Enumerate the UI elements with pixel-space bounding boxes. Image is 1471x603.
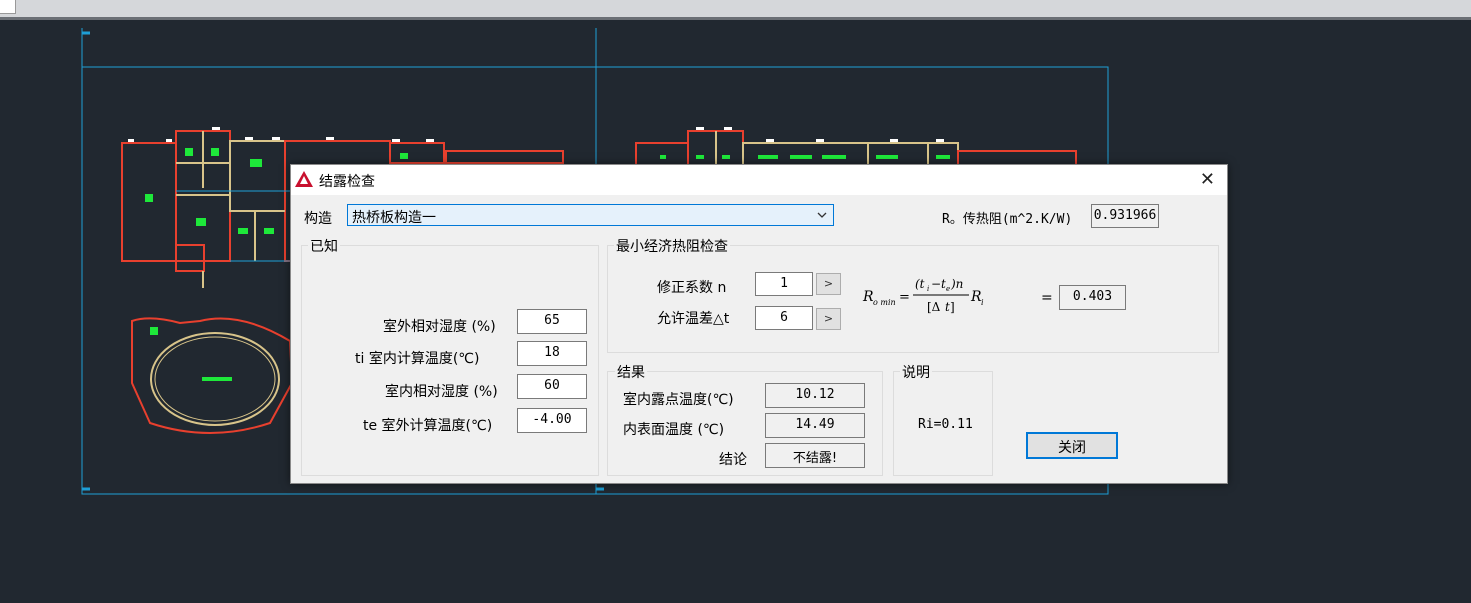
dew-point-field: 10.12	[765, 383, 865, 408]
allowed-temp-diff-button[interactable]: >	[816, 308, 841, 330]
allowed-temp-diff-input[interactable]: 6	[755, 306, 813, 330]
equals-sign: =	[1041, 290, 1053, 306]
ti-label: ti 室内计算温度(℃)	[355, 351, 480, 367]
round-building	[131, 317, 294, 434]
svg-text:[Δ: [Δ	[927, 300, 941, 314]
svg-text:i: i	[981, 298, 984, 307]
indoor-rh-label: 室内相对湿度 (%)	[385, 384, 498, 400]
svg-text:=: =	[899, 290, 910, 305]
close-button[interactable]: 关闭	[1026, 432, 1118, 459]
dew-point-label: 室内露点温度(℃)	[623, 392, 734, 408]
svg-text:e: e	[946, 285, 950, 293]
min-resistance-group-title: 最小经济热阻检查	[614, 236, 730, 256]
dialog-titlebar[interactable]: 结露检查 ✕	[291, 165, 1227, 195]
ri-note: Ri=0.11	[918, 417, 973, 432]
wall-markers-right	[696, 127, 944, 142]
outdoor-rh-input[interactable]: 65	[517, 309, 587, 334]
svg-text:i: i	[927, 285, 929, 293]
correction-factor-input[interactable]: 1	[755, 272, 813, 296]
notes-group-title: 说明	[900, 362, 932, 382]
structure-select-value: 热桥板构造一	[352, 210, 436, 226]
te-label: te 室外计算温度(℃)	[363, 418, 493, 434]
conclusion-field: 不结露!	[765, 443, 865, 468]
r-min-result-field: 0.403	[1059, 285, 1126, 310]
allowed-temp-diff-label: 允许温差△t	[657, 311, 730, 327]
inner-surface-temp-label: 内表面温度 (℃)	[623, 422, 725, 438]
floor-plan-right	[635, 130, 1077, 166]
wall-markers-left	[128, 127, 434, 142]
conclusion-label: 结论	[719, 452, 747, 468]
chevron-down-icon	[817, 212, 827, 218]
inner-surface-temp-field: 14.49	[765, 413, 865, 438]
known-group-title: 已知	[308, 236, 340, 256]
r-min-formula-image: R o min = (t i − t e )n [Δ t ] R i	[862, 277, 984, 314]
chevron-right-icon: >	[823, 312, 834, 325]
r0-value-field: 0.931966	[1091, 204, 1159, 228]
svg-text:o min: o min	[873, 298, 896, 307]
drawing-tab[interactable]	[0, 0, 16, 14]
r0-label: R。传热阻(m^2.K/W)	[942, 212, 1073, 227]
close-icon[interactable]: ✕	[1200, 169, 1215, 190]
top-toolbar-strip	[0, 0, 1471, 20]
outdoor-rh-label: 室外相对湿度 (%)	[383, 319, 496, 335]
ti-input[interactable]: 18	[517, 341, 587, 366]
svg-text:)n: )n	[950, 277, 963, 291]
svg-text:(t: (t	[915, 277, 925, 291]
svg-text:−: −	[931, 277, 941, 291]
correction-factor-button[interactable]: >	[816, 273, 841, 295]
condensation-check-dialog: 结露检查 ✕ 构造 热桥板构造一 R。传热阻(m^2.K/W) 0.931966…	[290, 164, 1228, 484]
chevron-right-icon: >	[823, 277, 834, 290]
structure-label: 构造	[304, 211, 332, 227]
structure-select[interactable]: 热桥板构造一	[347, 204, 834, 226]
results-group-title: 结果	[615, 362, 647, 382]
indoor-rh-input[interactable]: 60	[517, 374, 587, 399]
room-labels-right	[660, 155, 950, 159]
te-input[interactable]: -4.00	[517, 408, 587, 433]
dialog-title: 结露检查	[319, 174, 375, 190]
correction-factor-label: 修正系数 n	[657, 280, 727, 296]
svg-text:]: ]	[950, 300, 955, 314]
autocad-logo-icon	[295, 171, 313, 187]
